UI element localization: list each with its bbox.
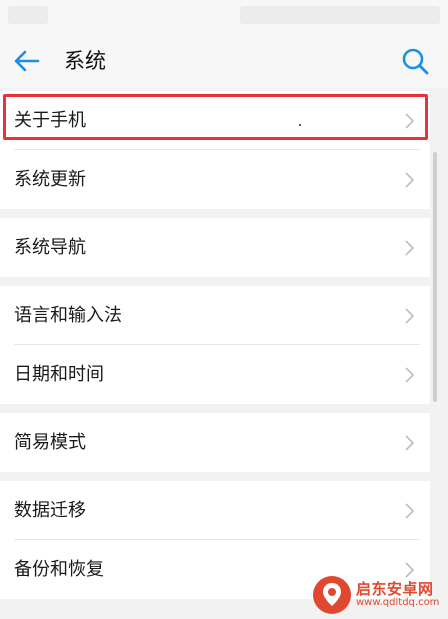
settings-item-language-input[interactable]: 语言和输入法	[0, 286, 430, 345]
settings-group-1: 关于手机 系统更新	[0, 91, 430, 209]
watermark-name: 启东安卓网	[356, 579, 434, 598]
chevron-right-icon	[405, 503, 415, 519]
settings-item-about-phone[interactable]: 关于手机	[0, 91, 430, 150]
app-bar: 系统	[0, 32, 448, 88]
settings-group-4: 简易模式	[0, 413, 430, 472]
watermark-url: www.qdltdq.com	[356, 596, 440, 608]
search-button[interactable]	[400, 46, 430, 76]
status-bar	[0, 0, 448, 32]
settings-item-label: 语言和输入法	[14, 305, 122, 326]
location-pin-logo-icon	[313, 576, 351, 614]
settings-item-label: 数据迁移	[14, 500, 86, 521]
settings-item-system-navigation[interactable]: 系统导航	[0, 218, 430, 277]
cursor-dot	[299, 124, 301, 126]
chevron-right-icon	[405, 113, 415, 129]
watermark: 启东安卓网 www.qdltdq.com	[312, 572, 446, 618]
settings-item-label: 系统更新	[14, 169, 86, 190]
settings-group-3: 语言和输入法 日期和时间	[0, 286, 430, 404]
chevron-right-icon	[405, 308, 415, 324]
status-blur-right	[240, 6, 440, 24]
arrow-left-icon	[14, 50, 40, 72]
settings-item-system-update[interactable]: 系统更新	[0, 150, 430, 209]
search-icon	[402, 48, 429, 75]
settings-item-label: 备份和恢复	[14, 559, 104, 580]
status-blur-left	[8, 6, 48, 24]
chevron-right-icon	[405, 172, 415, 188]
settings-item-label: 系统导航	[14, 237, 86, 258]
chevron-right-icon	[405, 367, 415, 383]
settings-item-data-migration[interactable]: 数据迁移	[0, 481, 430, 540]
settings-item-label: 日期和时间	[14, 364, 104, 385]
watermark-text: 启东安卓网 www.qdltdq.com	[356, 579, 440, 608]
settings-item-label: 简易模式	[14, 432, 86, 453]
settings-group-2: 系统导航	[0, 218, 430, 277]
back-button[interactable]	[12, 46, 42, 76]
settings-item-label: 关于手机	[14, 110, 86, 131]
page-title: 系统	[64, 49, 106, 73]
settings-item-date-time[interactable]: 日期和时间	[0, 345, 430, 404]
chevron-right-icon	[405, 435, 415, 451]
settings-item-simple-mode[interactable]: 简易模式	[0, 413, 430, 472]
chevron-right-icon	[405, 240, 415, 256]
scrollbar[interactable]	[433, 152, 437, 402]
